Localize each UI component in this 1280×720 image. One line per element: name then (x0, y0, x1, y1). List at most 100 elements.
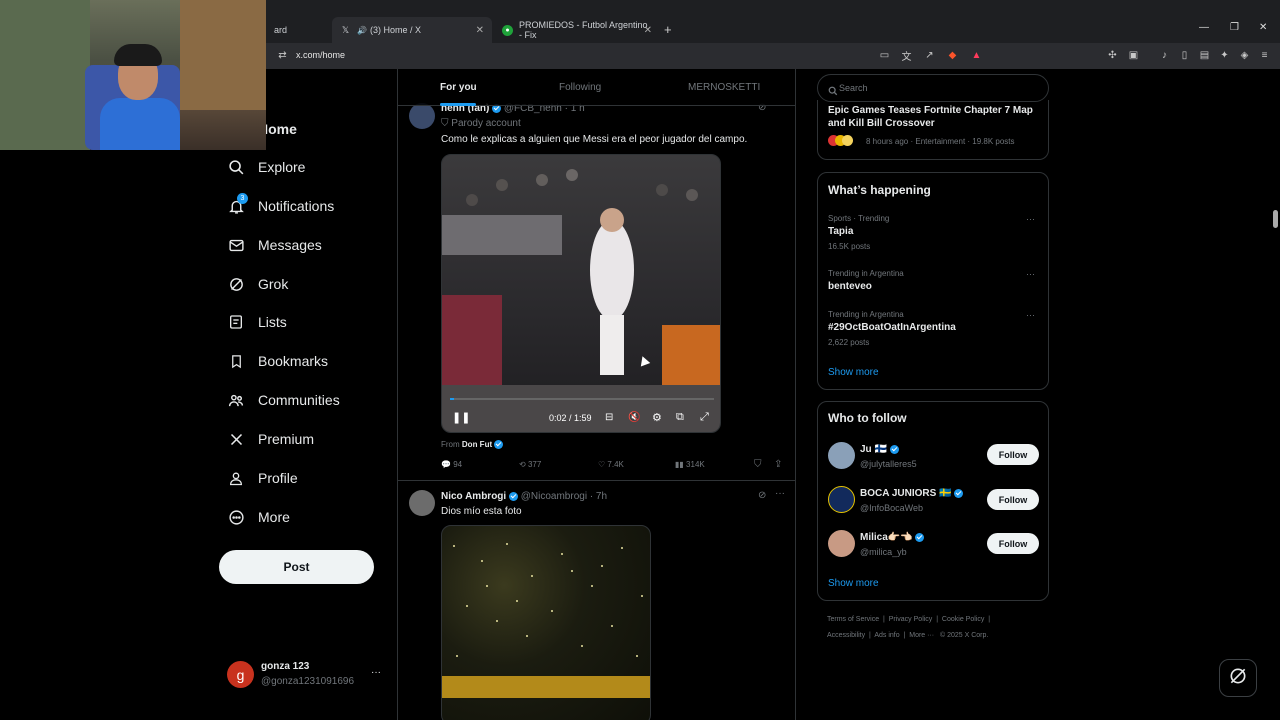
scrollbar-thumb[interactable] (1273, 210, 1278, 228)
like-button[interactable]: ♡ 7.4K (598, 460, 624, 469)
trend-3-more-icon[interactable]: ··· (1026, 310, 1035, 320)
nav-item-bookmarks[interactable]: Bookmarks (226, 347, 328, 375)
vpn-icon[interactable]: ◈ (1238, 49, 1251, 62)
music-icon[interactable]: ♪ (1158, 49, 1171, 62)
browser-tab-x-home[interactable]: 𝕏 🔊 (3) Home / X ✕ (332, 17, 492, 43)
site-settings-icon[interactable]: ⇄ (276, 49, 289, 62)
who-to-follow-title: Who to follow (828, 411, 907, 425)
avatar[interactable]: g (227, 661, 254, 688)
browser-tab-0[interactable]: ard (266, 17, 332, 43)
minimize-icon[interactable]: — (1199, 22, 1209, 33)
brave-rewards-icon[interactable]: ▲ (970, 49, 983, 62)
url-input[interactable]: x.com/home (296, 50, 345, 60)
browser-tab-promiedos[interactable]: ● PROMIEDOS - Futbol Argentino - Fix ✕ (494, 17, 660, 43)
grok-floating-button[interactable] (1219, 659, 1257, 697)
reply-button[interactable]: 💬 94 (441, 460, 462, 469)
post-1-avatar[interactable] (409, 103, 435, 129)
account-name[interactable]: gonza 123 (261, 661, 309, 672)
webcam-person-hair (114, 44, 162, 66)
share-post-icon[interactable]: ⇪ (774, 459, 782, 470)
post-button[interactable]: Post (219, 550, 374, 584)
tab-mernosketti[interactable]: MERNOSKETTI (688, 82, 760, 93)
verified-icon (494, 440, 504, 450)
repost-button[interactable]: ⟲ 377 (519, 460, 541, 469)
footer-privacy[interactable]: Privacy Policy (889, 616, 933, 623)
news-headline[interactable]: Epic Games Teases Fortnite Chapter 7 Map… (828, 104, 1040, 130)
nav-item-more[interactable]: More (226, 503, 290, 531)
follow-2-name[interactable]: BOCA JUNIORS 🇸🇪 (860, 488, 964, 499)
nav-item-communities[interactable]: Communities (226, 386, 340, 414)
follow-3-name[interactable]: Milica👉🏻👈🏻 (860, 532, 925, 543)
nav-item-notifications[interactable]: 3 Notifications (226, 192, 334, 220)
footer-terms[interactable]: Terms of Service (827, 616, 879, 623)
footer-more[interactable]: More ··· (909, 632, 934, 639)
search-input[interactable]: Search (817, 74, 1049, 102)
views-button[interactable]: ▮▮ 314K (675, 460, 705, 469)
new-tab-button[interactable]: + (664, 22, 672, 37)
nav-item-messages[interactable]: Messages (226, 231, 322, 259)
fullscreen-icon[interactable]: ⤢ (700, 411, 709, 424)
close-tab-icon[interactable]: ✕ (644, 25, 652, 36)
trend-3-topic[interactable]: #29OctBoatOatInArgentina (828, 322, 956, 333)
maximize-icon[interactable]: ❐ (1230, 22, 1239, 33)
mute-icon[interactable]: 🔇 (628, 412, 640, 423)
trend-1-more-icon[interactable]: ··· (1026, 214, 1035, 224)
follow-button-3[interactable]: Follow (987, 533, 1039, 554)
translate-icon[interactable]: 文 (900, 49, 913, 63)
video-settings-icon[interactable]: ⚙ (652, 411, 662, 424)
speaker-icon: 🔊 (357, 25, 367, 35)
footer-ads-info[interactable]: Ads info (874, 632, 899, 639)
nav-item-lists[interactable]: Lists (226, 308, 287, 336)
ai-sparkle-icon[interactable]: ✦ (1218, 49, 1231, 62)
follow-button-1[interactable]: Follow (987, 444, 1039, 465)
trend-2-topic[interactable]: benteveo (828, 281, 872, 292)
cast-icon[interactable]: ▭ (878, 49, 891, 62)
menu-icon[interactable]: ≡ (1258, 49, 1271, 62)
post-1-video[interactable]: ❚❚ 0:02 / 1:59 ⊟ 🔇 ⚙ ⧉ ⤢ (441, 154, 721, 433)
page-scrollbar[interactable] (1270, 69, 1280, 720)
tab-following[interactable]: Following (559, 82, 601, 93)
bookmark-post-icon[interactable]: ⛉ (754, 459, 762, 470)
account-menu-icon[interactable]: ··· (371, 667, 381, 678)
extensions-icon[interactable]: ✣ (1106, 49, 1119, 62)
video-source[interactable]: From Don Fut (441, 440, 504, 450)
wallet-icon[interactable]: ▣ (1127, 49, 1140, 62)
follow-3-avatar[interactable] (828, 530, 855, 557)
share-icon[interactable]: ↗ (923, 49, 936, 62)
footer-accessibility[interactable]: Accessibility (827, 632, 865, 639)
brave-shield-icon[interactable]: ◆ (946, 49, 959, 62)
nav-item-grok[interactable]: Grok (226, 270, 288, 298)
nav-label-bookmarks: Bookmarks (258, 353, 329, 369)
nav-item-profile[interactable]: Profile (226, 464, 298, 492)
pause-icon[interactable]: ❚❚ (452, 411, 470, 424)
grok-post-icon[interactable]: ⊘ (758, 490, 766, 501)
close-window-icon[interactable]: ✕ (1259, 22, 1267, 33)
captions-icon[interactable]: ⊟ (605, 412, 613, 423)
close-tab-icon[interactable]: ✕ (476, 25, 484, 36)
footer-cookie[interactable]: Cookie Policy (942, 616, 984, 623)
nav-item-premium[interactable]: Premium (226, 425, 314, 453)
tab-for-you[interactable]: For you (440, 82, 477, 93)
post-2-image[interactable] (441, 525, 651, 720)
sidebar-toggle-icon[interactable]: ▯ (1178, 49, 1191, 62)
show-more-trends[interactable]: Show more (828, 367, 879, 378)
browser-tab-0-label: ard (274, 25, 288, 35)
follow-2-avatar[interactable] (828, 486, 855, 513)
post-2-avatar[interactable] (409, 490, 435, 516)
post-2-more-icon[interactable]: ··· (775, 488, 785, 499)
follow-1-avatar[interactable] (828, 442, 855, 469)
leo-icon[interactable]: ▤ (1198, 49, 1211, 62)
pip-icon[interactable]: ⧉ (676, 411, 684, 424)
verified-icon (915, 532, 925, 542)
from-label: From (441, 440, 460, 449)
trend-1-topic[interactable]: Tapia (828, 226, 853, 237)
trend-2-more-icon[interactable]: ··· (1026, 269, 1035, 279)
news-card[interactable]: Epic Games Teases Fortnite Chapter 7 Map… (817, 100, 1049, 160)
video-progress-track[interactable] (450, 398, 714, 400)
show-more-follow[interactable]: Show more (828, 578, 879, 589)
follow-button-2[interactable]: Follow (987, 489, 1039, 510)
nav-item-explore[interactable]: Explore (226, 153, 305, 181)
nav-label-more: More (258, 509, 290, 525)
post-2-author[interactable]: Nico Ambrogi @Nicoambrogi · 7h (441, 491, 607, 502)
follow-1-name[interactable]: Ju 🇫🇮 (860, 444, 899, 455)
